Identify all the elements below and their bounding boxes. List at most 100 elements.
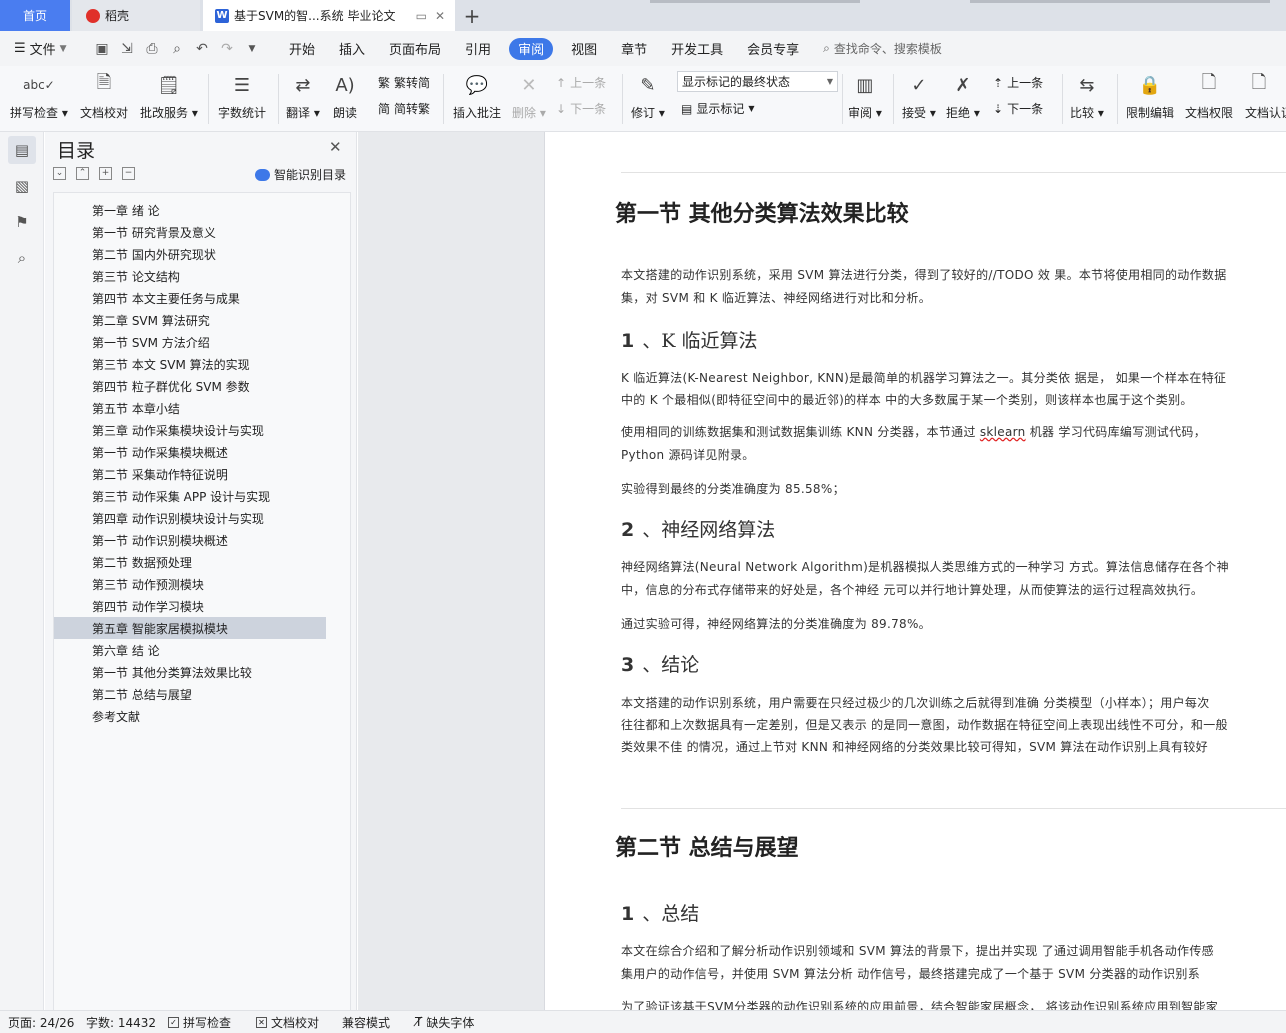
menu-tab-layout[interactable]: 页面布局 bbox=[377, 38, 453, 60]
redo-icon[interactable]: ↷ bbox=[219, 41, 235, 57]
tab-close-icon[interactable]: ✕ bbox=[435, 9, 445, 23]
expand-up-icon[interactable]: ⌃ bbox=[76, 167, 89, 180]
tab-pin-icon[interactable]: ▭ bbox=[416, 9, 427, 23]
add-level-icon[interactable]: + bbox=[99, 167, 112, 180]
next-comment-button[interactable]: ↓ 下一条 bbox=[556, 100, 606, 117]
read-aloud-button[interactable]: A) 朗读 bbox=[331, 70, 359, 121]
undo-icon[interactable]: ↶ bbox=[194, 41, 210, 57]
new-tab-button[interactable]: + bbox=[460, 0, 484, 31]
reject-button[interactable]: ✗ 拒绝 ▾ bbox=[946, 70, 980, 121]
print-icon[interactable]: ⎙ bbox=[144, 41, 160, 57]
file-menu[interactable]: ☰ 文件 ▼ bbox=[14, 39, 84, 58]
toc-item[interactable]: 第二节 总结与展望 bbox=[54, 683, 326, 705]
tab-document-label: 基于SVM的智...系统 毕业论文 bbox=[234, 9, 396, 23]
track-changes-button[interactable]: ✎ 修订 ▾ bbox=[631, 70, 665, 121]
toc-list: 第一章 绪 论第一节 研究背景及意义 第二节 国内外研究现状 第三节 论文结构 第四节… bbox=[53, 192, 351, 1010]
menu-tab-view[interactable]: 视图 bbox=[559, 38, 609, 60]
menu-bar: ☰ 文件 ▼ ▣ ⇲ ⎙ ⌕ ↶ ↷ ▼ 开始 插入 页面布局 引用 审阅 视图… bbox=[0, 31, 1286, 66]
doc-cert-button[interactable]: 🗋 文档认证 bbox=[1245, 70, 1286, 121]
translate-button[interactable]: ⇄ 翻译 ▾ bbox=[286, 70, 320, 121]
insert-comment-button[interactable]: 💬 插入批注 bbox=[453, 70, 501, 121]
delete-comment-button[interactable]: ✕ 删除 ▾ bbox=[512, 70, 546, 121]
missing-fonts-status[interactable]: T̸ 缺失字体 bbox=[415, 1014, 474, 1031]
word-count-indicator[interactable]: 字数: 14432 bbox=[86, 1014, 168, 1031]
toc-item[interactable]: 第五章 智能家居模拟模块 bbox=[54, 617, 326, 639]
save-icon[interactable]: ▣ bbox=[94, 41, 110, 57]
toc-item[interactable]: 第一节 动作采集模块概述 bbox=[54, 441, 326, 463]
toc-item[interactable]: 第三节 论文结构 bbox=[54, 265, 326, 287]
toc-item[interactable]: 第三节 本文 SVM 算法的实现 bbox=[54, 353, 326, 375]
toc-item[interactable]: 第三节 动作预测模块 bbox=[54, 573, 326, 595]
tab-daoke[interactable]: 稻壳 bbox=[72, 0, 200, 31]
spell-check-status[interactable]: ✓ 拼写检查 bbox=[168, 1014, 256, 1031]
remove-level-icon[interactable]: − bbox=[122, 167, 135, 180]
doc-proof-status[interactable]: ✕ 文档校对 bbox=[256, 1014, 342, 1031]
smart-toc-button[interactable]: 智能识别目录 bbox=[255, 166, 346, 183]
toc-item[interactable]: 第四节 粒子群优化 SVM 参数 bbox=[54, 375, 326, 397]
markup-state-select[interactable]: 显示标记的最终状态 ▼ bbox=[677, 71, 838, 92]
menu-tab-reference[interactable]: 引用 bbox=[453, 38, 503, 60]
page-divider bbox=[621, 172, 1286, 173]
prev-comment-button[interactable]: ↑ 上一条 bbox=[556, 74, 606, 91]
trad-to-simp-button[interactable]: 繁繁转简 bbox=[378, 74, 430, 91]
tab-document[interactable]: W 基于SVM的智...系统 毕业论文 ▭ ✕ bbox=[203, 0, 455, 31]
menu-tab-review[interactable]: 审阅 bbox=[509, 37, 554, 60]
toc-item[interactable]: 参考文献 bbox=[54, 705, 326, 727]
toc-item[interactable]: 第一节 动作识别模块概述 bbox=[54, 529, 326, 551]
toc-title: 目录 bbox=[57, 140, 96, 162]
paragraph-line: 本文在综合介绍和了解分析动作识别领域和 SVM 算法的背景下，提出并实现 了通过… bbox=[621, 944, 1214, 958]
document-page[interactable]: 第一节 其他分类算法效果比较 本文搭建的动作识别系统，采用 SVM 算法进行分类… bbox=[544, 132, 1286, 1010]
tab-home[interactable]: 首页 bbox=[0, 0, 70, 31]
prev-comment-icon: ↑ bbox=[556, 75, 567, 90]
toc-item[interactable]: 第二章 SVM 算法研究 bbox=[54, 309, 326, 331]
ribbon-separator bbox=[1062, 74, 1063, 124]
annotation-service-button[interactable]: 🗒 批改服务 ▾ bbox=[140, 70, 198, 121]
daoke-logo-icon bbox=[86, 8, 100, 23]
collapse-icon[interactable]: ⌄ bbox=[53, 167, 66, 180]
toc-item[interactable]: 第二节 采集动作特征说明 bbox=[54, 463, 326, 485]
prev-change-button[interactable]: ⇡ 上一条 bbox=[993, 74, 1043, 91]
toc-item[interactable]: 第一节 其他分类算法效果比较 bbox=[54, 661, 326, 683]
next-change-button[interactable]: ⇣ 下一条 bbox=[993, 100, 1043, 117]
export-icon[interactable]: ⇲ bbox=[119, 41, 135, 57]
menu-tab-developer[interactable]: 开发工具 bbox=[659, 38, 735, 60]
review-pane-button[interactable]: ▥ 审阅 ▾ bbox=[848, 70, 882, 121]
toc-panel-icon[interactable]: ▤ bbox=[8, 136, 36, 164]
toc-item[interactable]: 第五节 本章小结 bbox=[54, 397, 326, 419]
toc-item[interactable]: 第一节 SVM 方法介绍 bbox=[54, 331, 326, 353]
simp-to-trad-button[interactable]: 简简转繁 bbox=[378, 100, 430, 117]
menu-tab-member[interactable]: 会员专享 bbox=[735, 38, 811, 60]
menu-tab-start[interactable]: 开始 bbox=[277, 38, 327, 60]
toc-item[interactable]: 第四章 动作识别模块设计与实现 bbox=[54, 507, 326, 529]
file-menu-label: 文件 bbox=[29, 43, 56, 58]
chapter-nav-icon[interactable]: ▧ bbox=[8, 172, 36, 200]
restrict-edit-button[interactable]: 🔒 限制编辑 bbox=[1126, 70, 1174, 121]
command-search[interactable]: ⌕ 查找命令、搜索模板 bbox=[823, 40, 942, 57]
compare-button[interactable]: ⇆ 比较 ▾ bbox=[1070, 70, 1104, 121]
doc-permission-button[interactable]: 🗋 文档权限 bbox=[1185, 70, 1233, 121]
page-indicator[interactable]: 页面: 24/26 bbox=[8, 1014, 86, 1031]
toc-item[interactable]: 第一章 绪 论 bbox=[54, 199, 326, 221]
toc-item[interactable]: 第二节 数据预处理 bbox=[54, 551, 326, 573]
accept-button[interactable]: ✓ 接受 ▾ bbox=[902, 70, 936, 121]
more-icon[interactable]: ▼ bbox=[244, 41, 260, 57]
bookmark-icon[interactable]: ⚑ bbox=[8, 208, 36, 236]
toc-item[interactable]: 第三章 动作采集模块设计与实现 bbox=[54, 419, 326, 441]
menu-tab-chapter[interactable]: 章节 bbox=[609, 38, 659, 60]
close-icon[interactable]: ✕ bbox=[329, 138, 342, 156]
toc-item[interactable]: 第六章 结 论 bbox=[54, 639, 326, 661]
search-icon[interactable]: ⌕ bbox=[8, 244, 36, 272]
toc-item[interactable]: 第一节 研究背景及意义 bbox=[54, 221, 326, 243]
toc-item[interactable]: 第四节 本文主要任务与成果 bbox=[54, 287, 326, 309]
toc-item[interactable]: 第二节 国内外研究现状 bbox=[54, 243, 326, 265]
print-preview-icon[interactable]: ⌕ bbox=[169, 41, 185, 57]
toc-item[interactable]: 第三节 动作采集 APP 设计与实现 bbox=[54, 485, 326, 507]
subheading: 1 、K 临近算法 bbox=[621, 330, 758, 352]
menu-tab-insert[interactable]: 插入 bbox=[327, 38, 377, 60]
toc-item[interactable]: 第四节 动作学习模块 bbox=[54, 595, 326, 617]
show-markup-button[interactable]: ▤ 显示标记 ▼ bbox=[681, 100, 755, 117]
doc-proof-button[interactable]: 🗎 文档校对 bbox=[80, 70, 128, 121]
trad-to-simp-icon: 繁 bbox=[378, 76, 391, 90]
word-count-button[interactable]: ☰ 字数统计 bbox=[218, 70, 266, 121]
spell-check-button[interactable]: abc✓ 拼写检查 ▾ bbox=[10, 70, 68, 121]
